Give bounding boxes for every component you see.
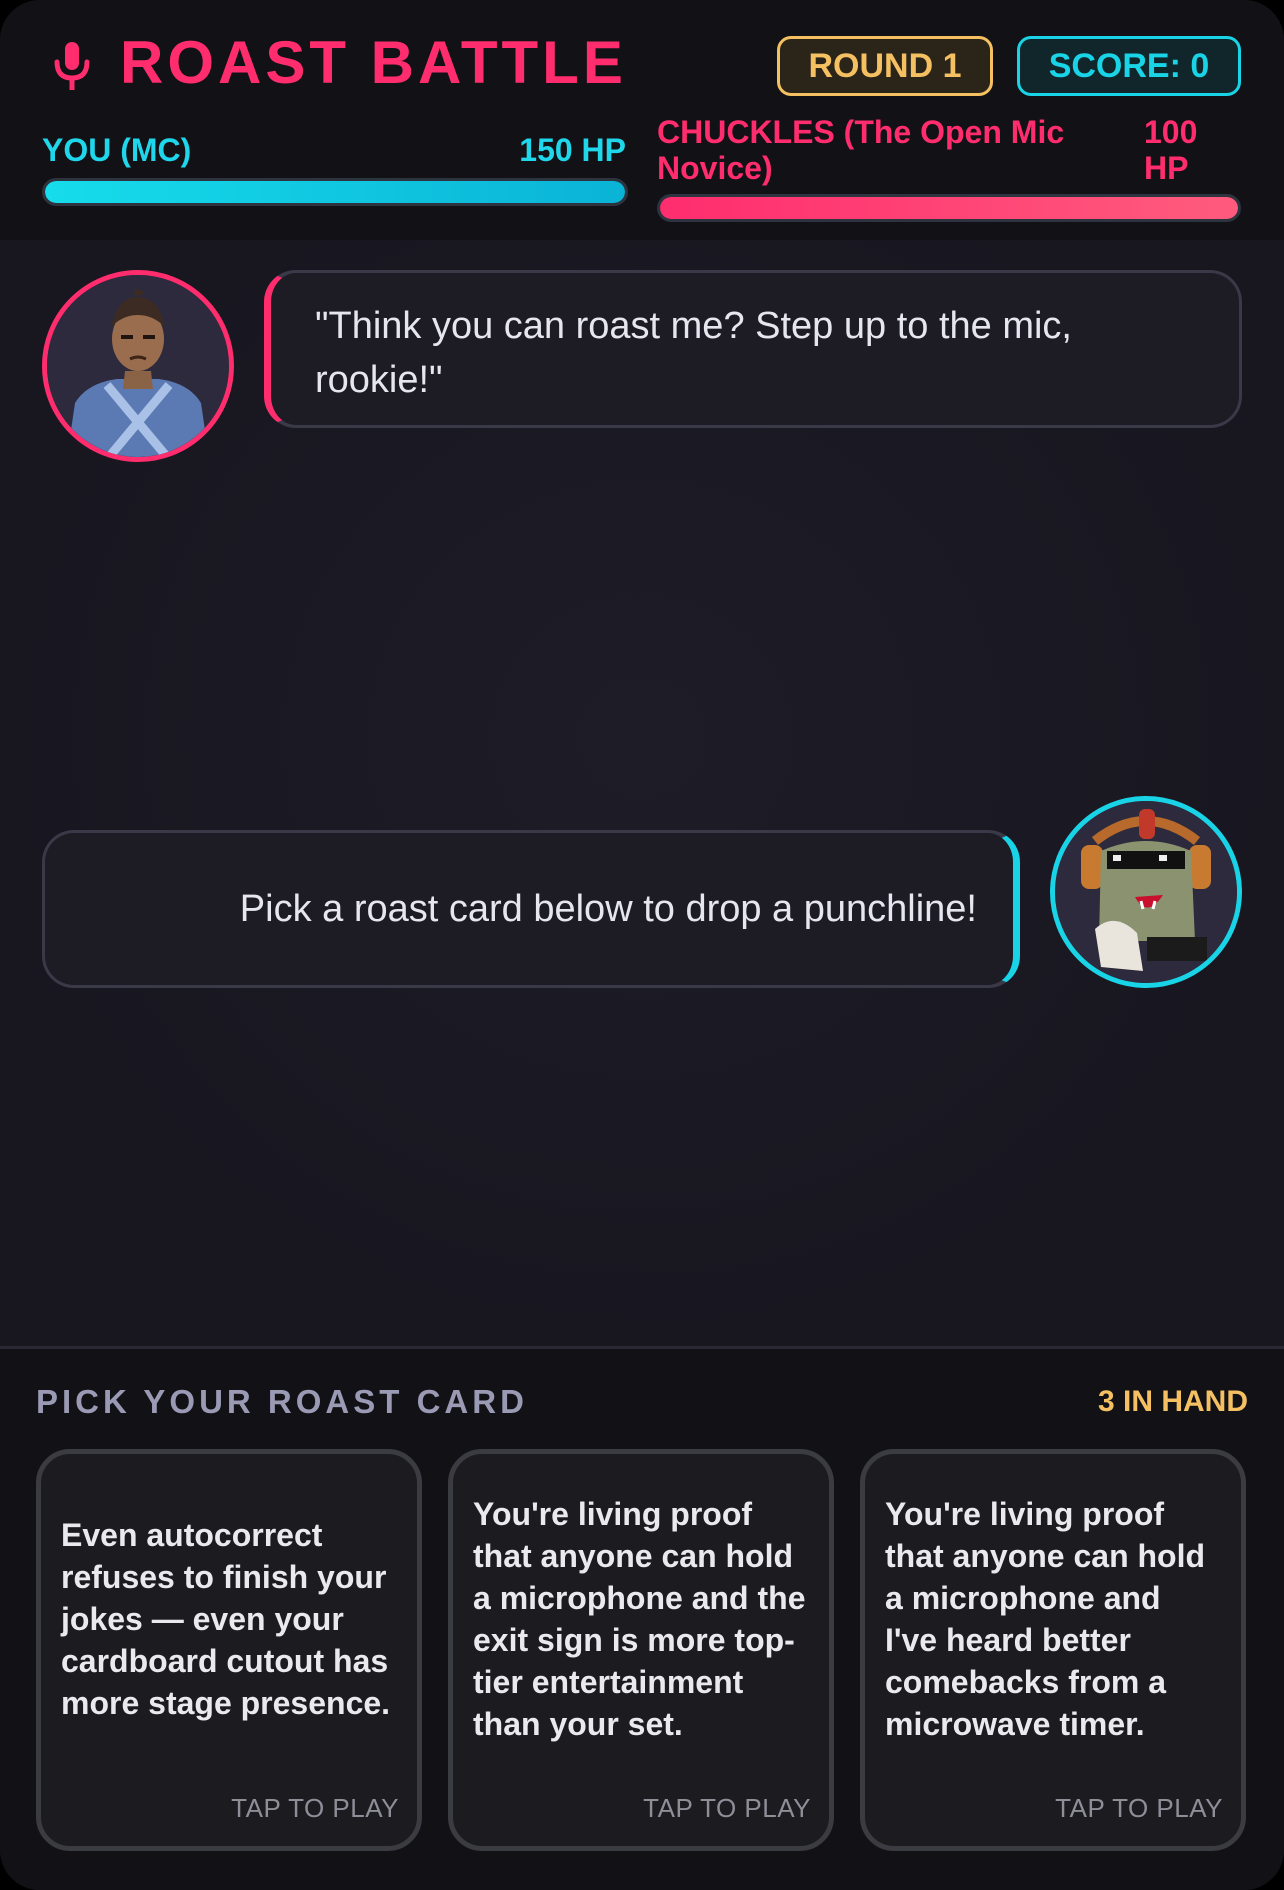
cards-in-hand-count: 3 IN HAND bbox=[1097, 1385, 1248, 1418]
player-name: YOU (MC) bbox=[42, 132, 192, 168]
system-message-text: Pick a roast card below to drop a punchl… bbox=[239, 888, 977, 930]
opponent-avatar bbox=[1050, 796, 1242, 988]
game-header: ROAST BATTLE ROUND 1 SCORE: 0 YOU (MC) 1… bbox=[0, 0, 1284, 240]
roast-card-text: Even autocorrect refuses to finish your … bbox=[61, 1517, 391, 1721]
game-title: ROAST BATTLE bbox=[120, 29, 627, 96]
host-avatar-illustration bbox=[47, 275, 229, 457]
player-hp-value: 150 HP bbox=[519, 132, 626, 168]
opponent-name: CHUCKLES (The Open Mic Novice) bbox=[657, 114, 1065, 186]
round-badge: ROUND 1 bbox=[777, 36, 993, 96]
chat-area: "Think you can roast me? Step up to the … bbox=[0, 240, 1284, 1346]
roast-card[interactable]: Even autocorrect refuses to finish your … bbox=[36, 1449, 422, 1851]
tap-to-play-label: TAP TO PLAY bbox=[231, 1793, 399, 1823]
system-speech-bubble: Pick a roast card below to drop a punchl… bbox=[42, 830, 1020, 988]
microphone-icon bbox=[54, 42, 90, 90]
host-message-text: "Think you can roast me? Step up to the … bbox=[315, 305, 1072, 401]
tap-to-play-label: TAP TO PLAY bbox=[1055, 1793, 1223, 1823]
card-tray: PICK YOUR ROAST CARD 3 IN HAND Even auto… bbox=[0, 1346, 1284, 1890]
host-avatar bbox=[42, 270, 234, 462]
roast-card-text: You're living proof that anyone can hold… bbox=[473, 1496, 806, 1742]
opponent-hp-value: 100 HP bbox=[1144, 114, 1198, 186]
opponent-avatar-illustration bbox=[1055, 801, 1237, 983]
opponent-hp-bar bbox=[657, 194, 1241, 222]
roast-card-text: You're living proof that anyone can hold… bbox=[885, 1496, 1206, 1742]
host-speech-bubble: "Think you can roast me? Step up to the … bbox=[264, 270, 1242, 428]
roast-battle-app: ROAST BATTLE ROUND 1 SCORE: 0 YOU (MC) 1… bbox=[0, 0, 1284, 1890]
tray-title: PICK YOUR ROAST CARD bbox=[36, 1383, 528, 1420]
tap-to-play-label: TAP TO PLAY bbox=[643, 1793, 811, 1823]
player-hp-fill bbox=[45, 181, 625, 203]
roast-card[interactable]: You're living proof that anyone can hold… bbox=[448, 1449, 834, 1851]
roast-card[interactable]: You're living proof that anyone can hold… bbox=[860, 1449, 1246, 1851]
score-badge: SCORE: 0 bbox=[1017, 36, 1241, 96]
opponent-hp-fill bbox=[660, 197, 1238, 219]
player-hp-bar bbox=[42, 178, 628, 206]
